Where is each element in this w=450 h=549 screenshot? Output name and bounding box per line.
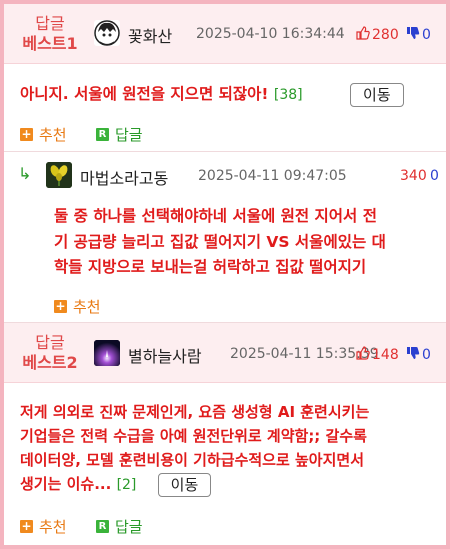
plus-icon: + xyxy=(20,519,33,533)
comment-list: 답글 베스트1 꽃화산 2025-04-10 16:34:44 280 0 아니… xyxy=(0,0,450,549)
reply-count[interactable]: [2] xyxy=(117,477,137,493)
thumbs-up-icon xyxy=(356,346,370,364)
nickname[interactable]: 마법소라고동 xyxy=(80,165,168,189)
comment-body: 아니지. 서울에 원전을 지으면 되잖아! [38] 이동 xyxy=(20,82,440,108)
reply-arrow-icon: ↳ xyxy=(18,164,32,183)
downvote-count: 0 xyxy=(422,347,431,363)
thumbs-up-icon xyxy=(356,26,370,44)
best-label-line-2: 베스트1 xyxy=(22,34,78,53)
avatar[interactable] xyxy=(46,162,72,188)
avatar[interactable] xyxy=(94,20,120,46)
recommend-label: 추천 xyxy=(39,518,67,536)
downvote[interactable]: 0 xyxy=(406,346,431,364)
downvote-count: 0 xyxy=(422,27,431,43)
best-comment-2-header: 답글 베스트2 별하늘사람 2025-04-11 15:35:39 148 0 xyxy=(4,323,446,383)
downvote-count[interactable]: 0 xyxy=(430,168,439,184)
upvote[interactable]: 280 xyxy=(356,26,399,44)
best-label: 답글 베스트2 xyxy=(10,333,90,373)
upvote-count[interactable]: 340 xyxy=(400,168,427,184)
reply-button[interactable]: R 답글 xyxy=(96,516,143,537)
plus-icon: + xyxy=(54,299,67,313)
plus-icon: + xyxy=(20,127,33,141)
recommend-button[interactable]: + 추천 xyxy=(20,516,67,537)
recommend-button[interactable]: + 추천 xyxy=(20,124,67,145)
upvote-count: 280 xyxy=(372,27,399,43)
reply-button[interactable]: R 답글 xyxy=(96,124,143,145)
comment-text-line: 데이터양, 모델 훈련비용이 기하급수적으로 높아지면서 xyxy=(20,451,364,469)
comment-body: 저게 의외로 진짜 문제인게, 요즘 생성형 AI 훈련시키는 기업들은 전력 … xyxy=(20,400,446,497)
upvote-count: 148 xyxy=(372,347,399,363)
comment-text-line: 생기는 이슈... xyxy=(20,475,112,493)
nickname[interactable]: 꽃화산 xyxy=(128,23,172,47)
best-label: 답글 베스트1 xyxy=(10,14,90,54)
thumbs-down-icon xyxy=(406,26,420,44)
upvote[interactable]: 148 xyxy=(356,346,399,364)
reply-r-icon: R xyxy=(96,128,109,141)
comment-text-line: 기업들은 전력 수급을 아예 원전단위로 계약함;; 갈수록 xyxy=(20,427,367,445)
move-button[interactable]: 이동 xyxy=(350,82,404,107)
comment-body: 둘 중 하나를 선택해야하네 서울에 원전 지어서 전 기 공급량 늘리고 집값… xyxy=(54,204,446,281)
recommend-label: 추천 xyxy=(73,298,101,316)
comment-text-line: 기 공급량 늘리고 집값 떨어지기 VS 서울에있는 대 xyxy=(54,232,386,251)
recommend-button[interactable]: + 추천 xyxy=(54,296,101,317)
best-label-line-2: 베스트2 xyxy=(22,353,78,372)
best-label-line-1: 답글 xyxy=(35,14,65,33)
timestamp: 2025-04-10 16:34:44 xyxy=(196,26,345,42)
comment-text-line: 학들 지방으로 보내는걸 허락하고 집값 떨어지기 xyxy=(54,258,367,276)
move-button[interactable]: 이동 xyxy=(157,472,212,497)
avatar[interactable] xyxy=(94,340,120,366)
best-comment-1-header: 답글 베스트1 꽃화산 2025-04-10 16:34:44 280 0 xyxy=(4,4,446,64)
comment-text-line: 둘 중 하나를 선택해야하네 서울에 원전 지어서 전 xyxy=(54,207,377,225)
timestamp: 2025-04-11 09:47:05 xyxy=(198,168,347,184)
reply-count[interactable]: [38] xyxy=(274,87,303,103)
thumbs-down-icon xyxy=(406,346,420,364)
downvote[interactable]: 0 xyxy=(406,26,431,44)
best-label-line-1: 답글 xyxy=(35,333,65,352)
divider xyxy=(4,151,446,152)
comment-text-line: 저게 의외로 진짜 문제인게, 요즘 생성형 AI 훈련시키는 xyxy=(20,403,370,421)
reply-label: 답글 xyxy=(115,518,143,536)
reply-r-icon: R xyxy=(96,520,109,533)
nickname[interactable]: 별하늘사람 xyxy=(128,343,202,367)
comment-text: 아니지. 서울에 원전을 지으면 되잖아! xyxy=(20,85,269,103)
recommend-label: 추천 xyxy=(39,126,67,144)
reply-label: 답글 xyxy=(115,126,143,144)
